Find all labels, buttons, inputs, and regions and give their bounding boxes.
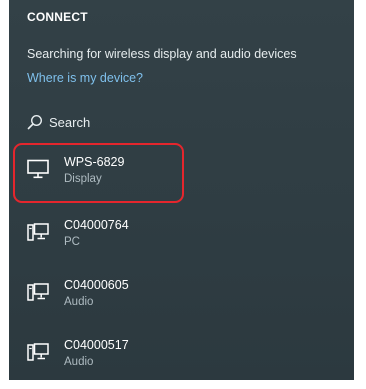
search-row[interactable]: Search — [27, 112, 90, 132]
device-item-c04000605[interactable]: C04000605 Audio — [17, 270, 337, 322]
device-name: C04000605 — [64, 278, 129, 292]
pc-icon — [27, 342, 49, 362]
device-item-c04000517[interactable]: C04000517 Audio — [17, 330, 337, 380]
device-name: WPS-6829 — [64, 155, 125, 169]
search-label: Search — [49, 114, 91, 130]
pc-icon — [27, 282, 49, 302]
device-name: C04000517 — [64, 338, 129, 352]
device-name: C04000764 — [64, 218, 129, 232]
device-item-c04000764[interactable]: C04000764 PC — [17, 210, 337, 262]
monitor-icon — [27, 159, 49, 179]
pc-icon — [27, 222, 49, 242]
device-type: PC — [64, 236, 80, 248]
search-icon — [27, 114, 43, 130]
panel-title: CONNECT — [27, 10, 88, 24]
device-item-wps-6829[interactable]: WPS-6829 Display — [17, 147, 337, 199]
search-status-text: Searching for wireless display and audio… — [27, 47, 297, 61]
device-type: Display — [64, 173, 102, 185]
device-type: Audio — [64, 296, 94, 308]
device-type: Audio — [64, 356, 94, 368]
where-is-my-device-link[interactable]: Where is my device? — [27, 71, 143, 85]
connect-panel: CONNECT Searching for wireless display a… — [9, 0, 354, 380]
